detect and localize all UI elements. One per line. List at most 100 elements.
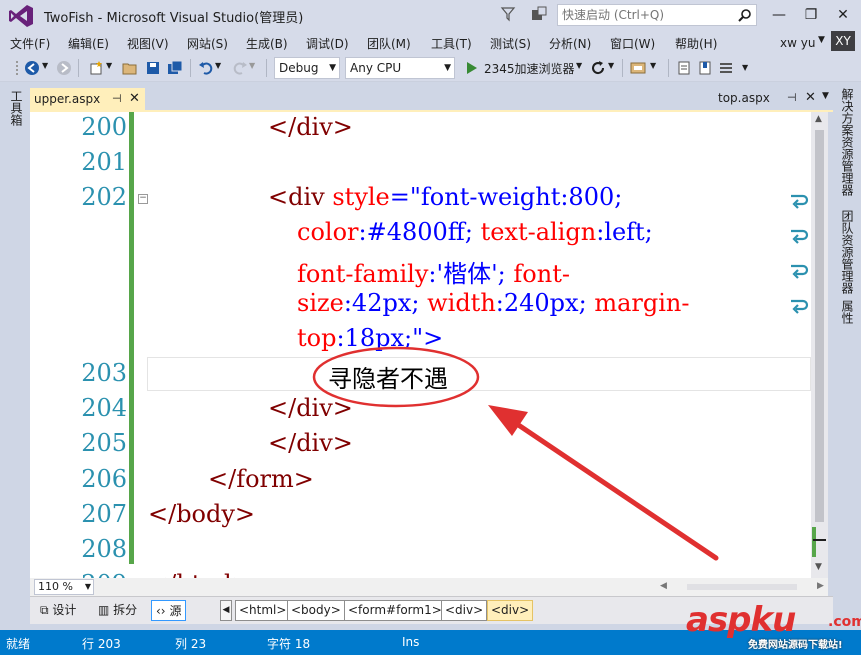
tab-upper-aspx[interactable]: upper.aspx ⊣ ✕	[30, 88, 145, 110]
bookmark-icon[interactable]	[697, 60, 713, 76]
save-icon[interactable]	[145, 60, 161, 76]
vertical-scrollbar[interactable]: ▲ ▼	[811, 112, 828, 578]
code-token-attr: font-family	[297, 260, 429, 288]
code-line-205[interactable]: </div>	[268, 429, 353, 457]
chevron-down-icon[interactable]: ▼	[608, 61, 614, 70]
close-button[interactable]: ✕	[829, 4, 857, 26]
chevron-down-icon[interactable]: ▼	[576, 61, 582, 70]
design-view-button[interactable]: ⧉ 设计	[36, 600, 80, 621]
source-view-button[interactable]: ‹› 源	[151, 600, 187, 621]
breadcrumb-div-current[interactable]: <div>	[487, 600, 534, 621]
scroll-up-icon[interactable]: ▲	[815, 114, 822, 124]
forward-icon[interactable]	[56, 60, 72, 76]
format-icon[interactable]	[718, 60, 734, 76]
platform-select[interactable]: Any CPU ▼	[345, 57, 455, 79]
site-watermark: aspku .com 免费网站源码下载站!	[686, 600, 861, 651]
menu-team[interactable]: 团队(M)	[367, 35, 411, 52]
pin-icon[interactable]: ⊣	[112, 92, 122, 105]
toolbox-side-tab[interactable]: 工具箱	[0, 82, 30, 602]
menu-help[interactable]: 帮助(H)	[675, 35, 717, 52]
code-line-200[interactable]: </div>	[268, 113, 353, 141]
horizontal-scrollbar-thumb[interactable]	[687, 584, 797, 590]
undo-icon[interactable]	[198, 60, 214, 76]
menu-debug[interactable]: 调试(D)	[306, 35, 349, 52]
chevron-down-icon[interactable]: ▼	[215, 61, 221, 70]
menu-file[interactable]: 文件(F)	[10, 35, 50, 52]
pin-icon[interactable]: ⊣	[787, 91, 797, 104]
properties-tab[interactable]: 属性	[839, 300, 854, 324]
search-icon[interactable]	[738, 8, 752, 22]
quick-launch-input[interactable]	[558, 8, 730, 22]
start-debugging-icon[interactable]	[464, 60, 480, 76]
word-wrap-glyph-icon	[791, 299, 809, 314]
watermark-brand: aspku	[686, 600, 796, 640]
change-tracking-bar	[129, 112, 134, 564]
chevron-down-icon[interactable]: ▼	[249, 61, 255, 70]
scrollbar-thumb[interactable]	[815, 130, 824, 522]
menu-website[interactable]: 网站(S)	[187, 35, 228, 52]
new-project-icon[interactable]	[88, 60, 104, 76]
save-all-icon[interactable]	[167, 60, 183, 76]
tab-dropdown-icon[interactable]: ▼	[822, 91, 829, 101]
breadcrumb-body[interactable]: <body>	[287, 600, 345, 621]
close-icon[interactable]: ✕	[805, 90, 816, 105]
menu-tools[interactable]: 工具(T)	[431, 35, 472, 52]
chevron-down-icon[interactable]: ▼	[106, 61, 112, 70]
configuration-select[interactable]: Debug ▼	[274, 57, 340, 79]
chevron-down-icon[interactable]: ▼	[329, 58, 336, 78]
scroll-right-icon[interactable]: ▶	[817, 581, 824, 591]
code-line-202-wrap-2[interactable]: font-family:'楷体'; font-	[297, 254, 570, 289]
breadcrumb-div[interactable]: <div>	[441, 600, 488, 621]
scroll-down-icon[interactable]: ▼	[815, 562, 822, 572]
toolbar-options-icon[interactable]: ▼	[742, 63, 748, 72]
menu-test[interactable]: 测试(S)	[490, 35, 531, 52]
browser-link-icon[interactable]	[630, 60, 646, 76]
quick-launch-box[interactable]	[557, 4, 757, 26]
chevron-down-icon[interactable]: ▼	[42, 61, 48, 70]
avatar[interactable]: XY	[831, 31, 855, 51]
code-line-203[interactable]: 寻隐者不遇	[328, 359, 448, 394]
breadcrumb-html[interactable]: <html>	[235, 600, 291, 621]
chevron-down-icon[interactable]: ▼	[818, 35, 825, 45]
menu-build[interactable]: 生成(B)	[246, 35, 288, 52]
run-target-label[interactable]: 2345加速浏览器	[484, 60, 575, 77]
status-column: 列 23	[175, 637, 207, 651]
collapse-outline-icon[interactable]: −	[138, 194, 148, 204]
user-name[interactable]: xw yu	[780, 36, 815, 50]
tab-top-aspx[interactable]: top.aspx	[718, 91, 770, 105]
menu-view[interactable]: 视图(V)	[127, 35, 169, 52]
split-view-button[interactable]: ▥ 拆分	[94, 600, 141, 621]
chevron-down-icon[interactable]: ▼	[650, 61, 656, 70]
solution-explorer-tab[interactable]: 解决方案资源管理器	[839, 88, 854, 196]
menu-window[interactable]: 窗口(W)	[610, 35, 655, 52]
code-editor[interactable]: 200 201 202 203 204 205 206 207 208 209 …	[30, 112, 811, 578]
zoom-select[interactable]: 110 % ▼	[34, 579, 94, 595]
comment-out-icon[interactable]	[676, 60, 692, 76]
breadcrumb-form[interactable]: <form#form1>	[344, 600, 446, 621]
code-line-202-wrap-3[interactable]: size:42px; width:240px; margin-	[297, 289, 689, 317]
breadcrumb-scroll-left-icon[interactable]: ◀	[220, 600, 232, 621]
code-line-209[interactable]: </html>	[148, 570, 252, 578]
chevron-down-icon[interactable]: ▼	[444, 58, 451, 78]
open-file-icon[interactable]	[122, 60, 138, 76]
team-explorer-tab[interactable]: 团队资源管理器	[839, 210, 854, 294]
scroll-left-icon[interactable]: ◀	[660, 581, 667, 591]
code-line-202-wrap-1[interactable]: color:#4800ff; text-align:left;	[297, 218, 653, 246]
redo-icon[interactable]	[232, 60, 248, 76]
code-line-207[interactable]: </body>	[148, 500, 255, 528]
refresh-icon[interactable]	[590, 60, 606, 76]
code-line-206[interactable]: </form>	[208, 465, 314, 493]
chevron-down-icon[interactable]: ▼	[85, 580, 91, 594]
notification-icon[interactable]	[530, 6, 548, 24]
back-icon[interactable]	[24, 60, 40, 76]
menu-analyze[interactable]: 分析(N)	[549, 35, 591, 52]
filter-icon[interactable]	[500, 6, 516, 22]
code-line-202[interactable]: <div style="font-weight:800;	[268, 183, 622, 211]
close-icon[interactable]: ✕	[129, 91, 140, 106]
restore-button[interactable]: ❐	[797, 4, 825, 26]
minimize-button[interactable]: —	[765, 4, 793, 26]
code-line-204[interactable]: </div>	[268, 394, 353, 422]
toolbox-label[interactable]: 工具箱	[8, 90, 23, 126]
code-line-202-wrap-4[interactable]: top:18px;">	[297, 324, 443, 352]
menu-edit[interactable]: 编辑(E)	[68, 35, 109, 52]
